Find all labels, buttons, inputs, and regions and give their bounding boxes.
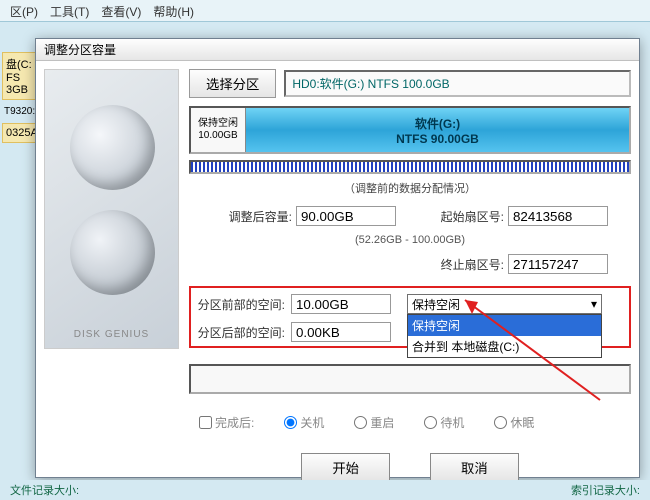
dialog-titlebar: 调整分区容量 [36,39,639,61]
partition-main-segment[interactable]: 软件(G:) NTFS 90.00GB [246,108,629,152]
label-end-sector: 终止扇区号: [434,256,504,273]
partition-bar[interactable]: 保持空闲 10.00GB 软件(G:) NTFS 90.00GB [189,106,631,154]
resize-partition-dialog: 调整分区容量 DISK GENIUS 选择分区 HD0:软件(G:) NTFS … [35,38,640,478]
input-start-sector[interactable] [508,206,608,226]
caption-before: （调整前的数据分配情况） [189,180,631,196]
label-back-space: 分区后部的空间: [195,324,285,341]
dialog-title-text: 调整分区容量 [44,41,116,58]
dropdown-selected-text: 保持空闲 [412,296,460,313]
radio-hibernate[interactable]: 休眠 [494,414,534,431]
disk-illustration: DISK GENIUS [44,69,179,349]
main-menu-bar: 区(P) 工具(T) 查看(V) 帮助(H) [0,0,650,22]
hd-info-label: HD0:软件(G:) NTFS 100.0GB [284,70,631,97]
radio-reboot[interactable]: 重启 [354,414,394,431]
checkbox-after-done[interactable]: 完成后: [199,414,254,431]
cancel-button[interactable]: 取消 [430,453,519,482]
size-range-hint: (52.26GB - 100.00GB) [202,234,618,246]
start-button[interactable]: 开始 [301,453,390,482]
partition-free-segment[interactable]: 保持空闲 10.00GB [191,108,246,152]
front-space-action-dropdown[interactable]: 保持空闲 ▾ 保持空闲 合并到 本地磁盘(C:) [407,294,602,314]
menu-view[interactable]: 查看(V) [101,3,141,18]
input-back-space[interactable] [291,322,391,342]
label-after-size: 调整后容量: [202,208,292,225]
input-front-space[interactable] [291,294,391,314]
dropdown-list: 保持空闲 合并到 本地磁盘(C:) [407,314,602,358]
dropdown-option-merge-c[interactable]: 合并到 本地磁盘(C:) [408,336,601,357]
menu-partition[interactable]: 区(P) [10,3,38,18]
radio-standby[interactable]: 待机 [424,414,464,431]
radio-shutdown[interactable]: 关机 [284,414,324,431]
label-start-sector: 起始扇区号: [434,208,504,225]
dropdown-option-keep-free[interactable]: 保持空闲 [408,315,601,336]
data-usage-stripes [189,160,631,174]
label-front-space: 分区前部的空间: [195,296,285,313]
partition-bar-after [189,364,631,394]
chevron-down-icon: ▾ [591,297,597,311]
input-after-size[interactable] [296,206,396,226]
select-partition-button[interactable]: 选择分区 [189,69,276,98]
background-statusbar: 文件记录大小: 索引记录大小: [0,480,650,500]
menu-tool[interactable]: 工具(T) [50,3,89,18]
input-end-sector[interactable] [508,254,608,274]
menu-help[interactable]: 帮助(H) [153,3,194,18]
